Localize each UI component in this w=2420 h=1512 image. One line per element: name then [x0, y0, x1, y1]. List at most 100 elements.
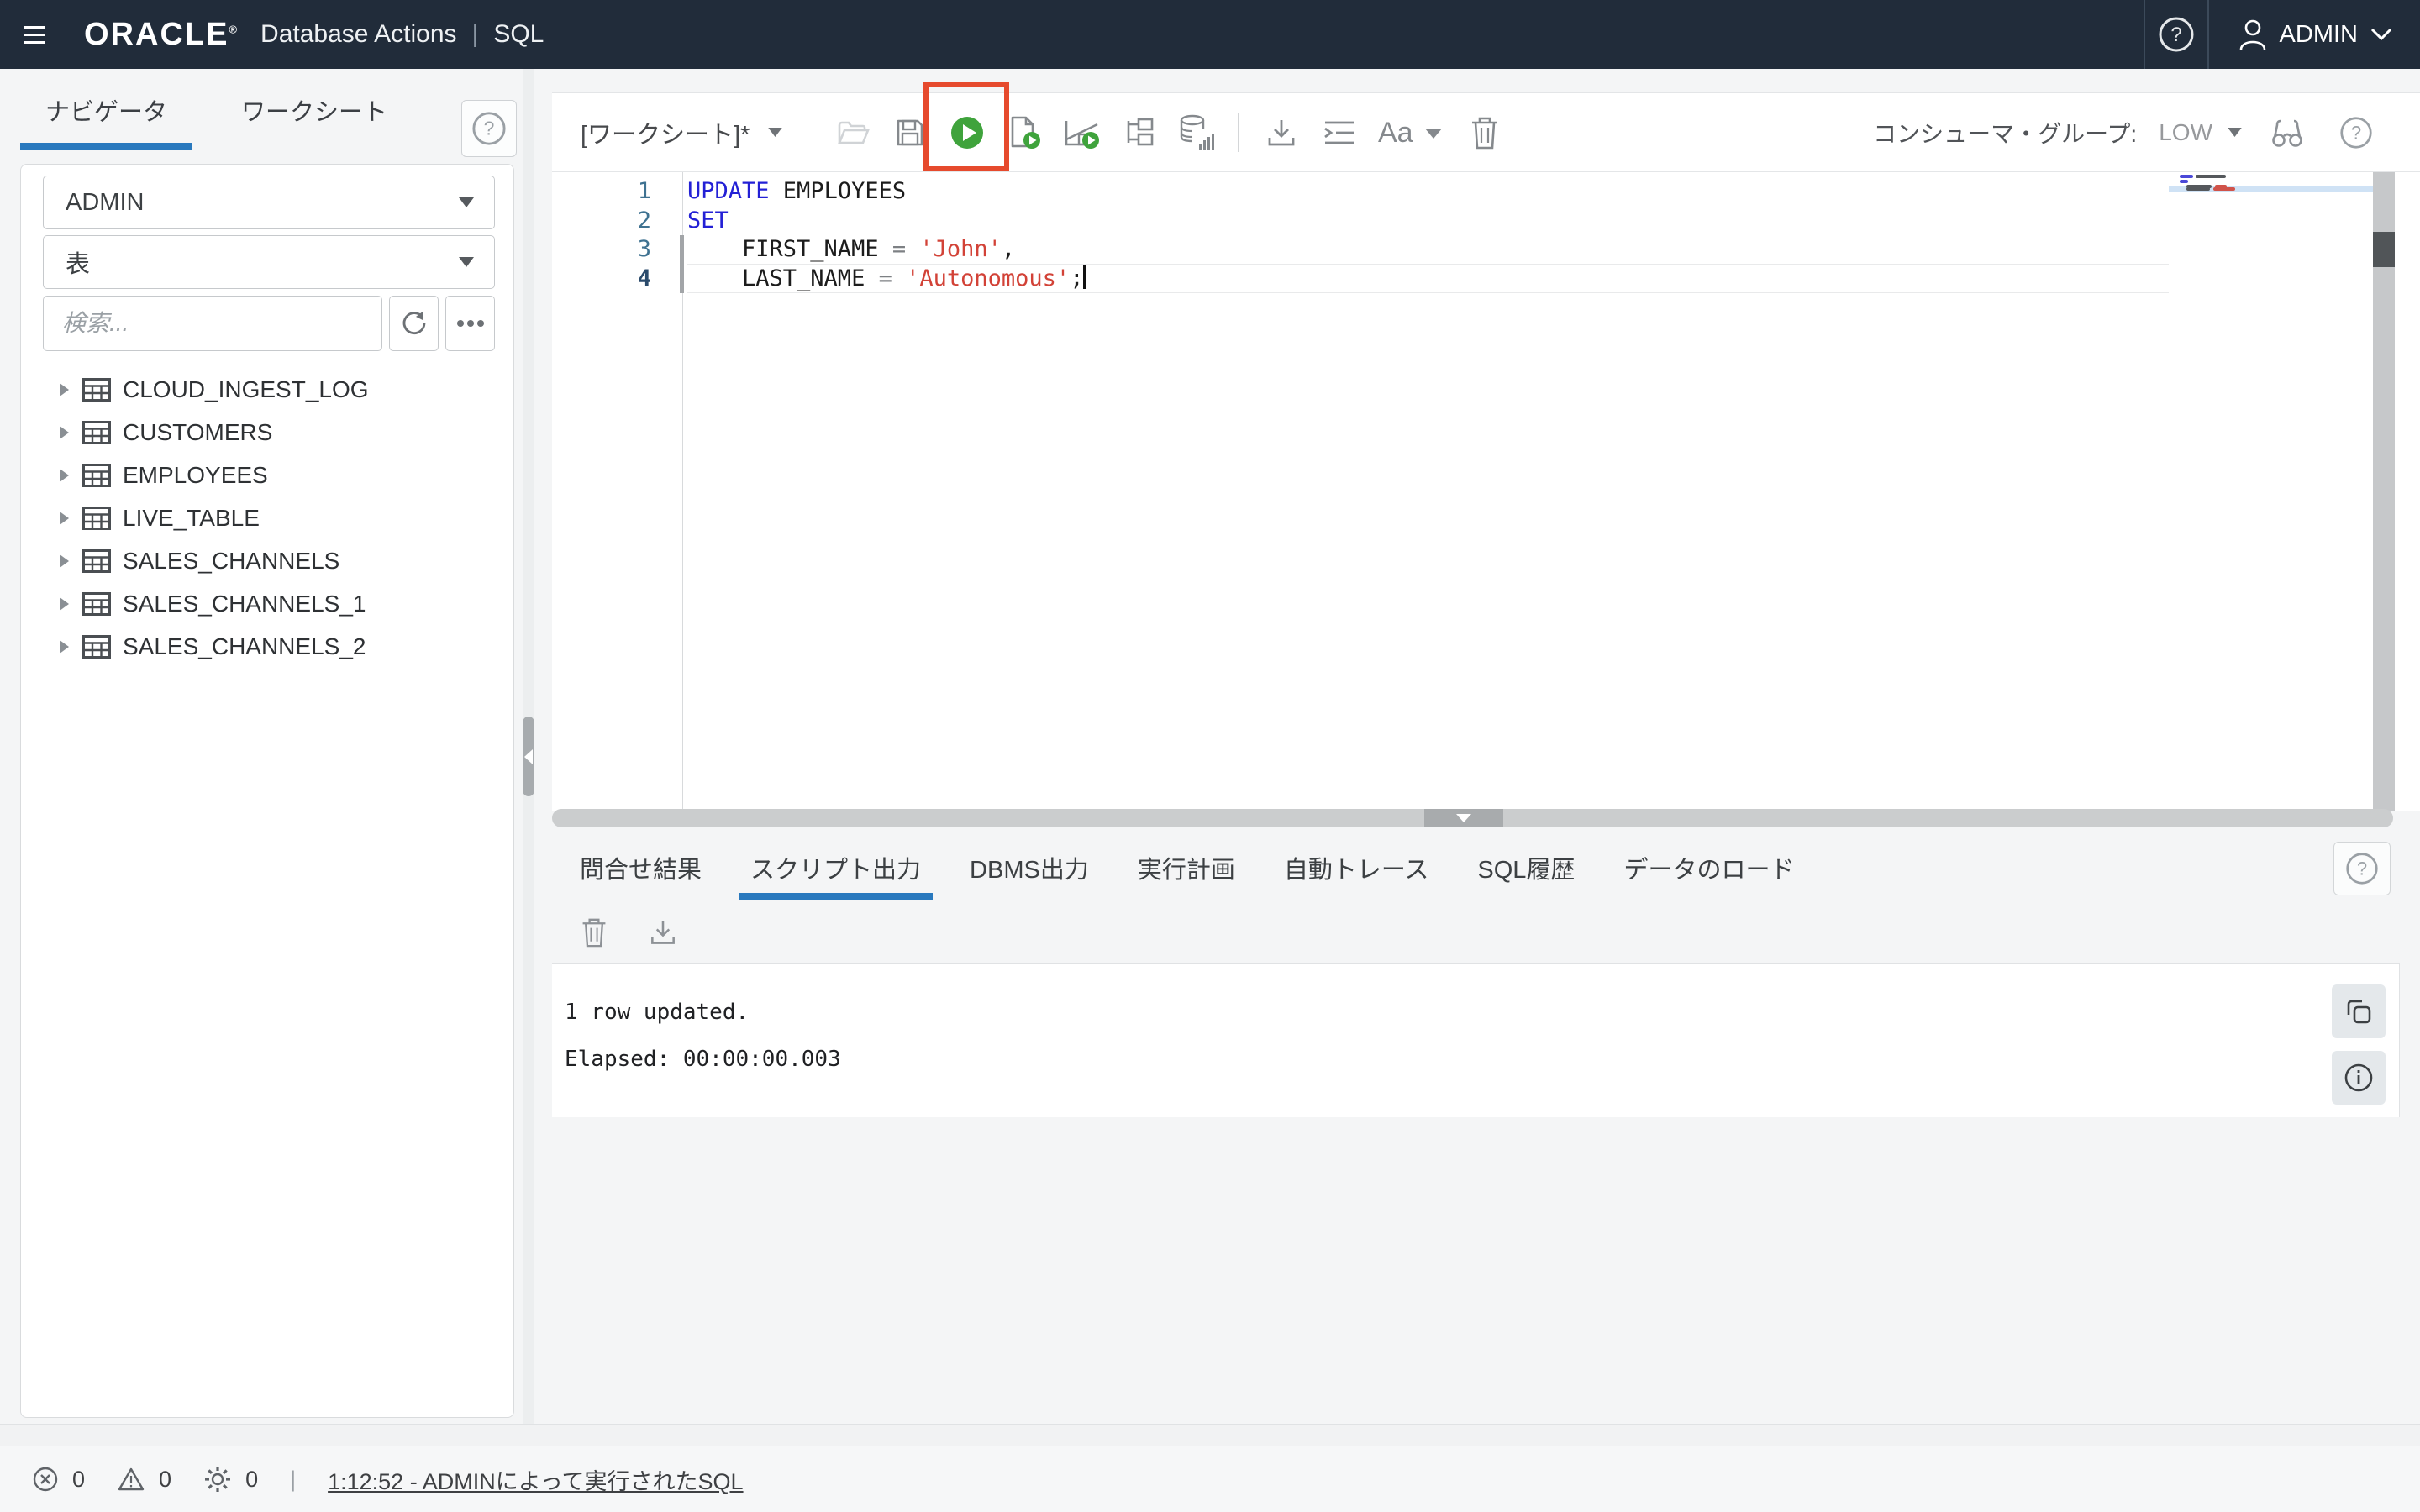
search-input[interactable]	[43, 296, 382, 351]
save-icon	[892, 115, 928, 150]
output-tab-5[interactable]: SQL履歴	[1465, 836, 1586, 900]
download-button[interactable]	[1258, 109, 1305, 156]
sidebar-help-button[interactable]: ?	[461, 100, 517, 157]
sidebar-splitter[interactable]	[523, 69, 534, 1424]
error-count[interactable]: 0	[32, 1466, 85, 1493]
sidebar-tab-worksheet[interactable]: ワークシート	[216, 92, 413, 150]
oracle-logo: ORACLE®	[84, 17, 239, 53]
caret-down-icon	[459, 257, 474, 267]
chevron-left-icon	[524, 749, 533, 764]
status-bar: 0 0	[0, 1446, 2420, 1512]
find-button[interactable]	[2264, 109, 2311, 156]
font-size-menu[interactable]: Aa	[1372, 109, 1451, 156]
warning-count[interactable]: 0	[117, 1466, 171, 1493]
output-help-button[interactable]: ?	[2333, 842, 2391, 895]
output-tab-4[interactable]: 自動トレース	[1272, 836, 1441, 900]
output-collapse-handle[interactable]	[1424, 809, 1503, 827]
download-output-button[interactable]	[639, 909, 687, 956]
output-tab-3[interactable]: 実行計画	[1126, 836, 1247, 900]
output-tab-2[interactable]: DBMS出力	[958, 836, 1101, 900]
more-actions-button[interactable]	[445, 296, 495, 351]
tree-item-cloud_ingest_log[interactable]: CLOUD_INGEST_LOG	[21, 368, 513, 411]
tree-item-label: SALES_CHANNELS	[123, 548, 339, 575]
expand-triangle-icon[interactable]	[58, 638, 71, 655]
tree-item-live_table[interactable]: LIVE_TABLE	[21, 496, 513, 539]
expand-triangle-icon[interactable]	[58, 424, 71, 441]
run-script-icon	[1006, 114, 1043, 151]
sql-history-link[interactable]: 1:12:52 - ADMINによって実行されたSQL	[328, 1463, 743, 1496]
explain-plan-button[interactable]	[1058, 109, 1105, 156]
output-splitter[interactable]	[552, 809, 2393, 827]
tree-item-sales_channels_1[interactable]: SALES_CHANNELS_1	[21, 582, 513, 625]
schema-select[interactable]: ADMIN	[43, 176, 495, 229]
table-icon	[82, 507, 111, 530]
statement-indicator	[680, 235, 684, 293]
run-script-button[interactable]	[1001, 109, 1048, 156]
jobs-count-value: 0	[245, 1467, 258, 1493]
sql-editor[interactable]: 1234 UPDATE EMPLOYEESSET FIRST_NAME = 'J…	[552, 172, 2420, 811]
tree-item-sales_channels[interactable]: SALES_CHANNELS	[21, 539, 513, 582]
hamburger-icon[interactable]	[24, 21, 45, 49]
consumer-group-select[interactable]: LOW	[2159, 119, 2242, 146]
svg-text:?: ?	[2357, 858, 2367, 879]
code-line: FIRST_NAME = 'John',	[687, 235, 1086, 265]
minimap[interactable]	[2169, 172, 2373, 811]
format-button[interactable]	[1315, 109, 1362, 156]
info-output-button[interactable]	[2332, 1051, 2386, 1105]
tree-item-customers[interactable]: CUSTOMERS	[21, 411, 513, 454]
code-area[interactable]: UPDATE EMPLOYEESSET FIRST_NAME = 'John',…	[687, 177, 1086, 293]
code-line: SET	[687, 207, 1086, 236]
database-stats-button[interactable]	[1172, 109, 1219, 156]
tree-item-employees[interactable]: EMPLOYEES	[21, 454, 513, 496]
app-context: SQL	[493, 20, 544, 49]
expand-triangle-icon[interactable]	[58, 596, 71, 612]
table-icon	[82, 549, 111, 573]
save-button[interactable]	[886, 109, 934, 156]
open-file-icon	[835, 115, 871, 150]
sidebar-collapse-handle[interactable]	[523, 717, 534, 796]
jobs-count[interactable]: 0	[203, 1465, 258, 1494]
code-line: LAST_NAME = 'Autonomous';	[687, 265, 1086, 294]
output-tab-0[interactable]: 問合せ結果	[568, 836, 713, 900]
header-help-button[interactable]: ?	[2145, 0, 2207, 69]
clear-output-button[interactable]	[571, 909, 618, 956]
copy-output-button[interactable]	[2332, 984, 2386, 1038]
schema-select-value: ADMIN	[66, 189, 144, 217]
download-icon	[647, 916, 679, 948]
expand-triangle-icon[interactable]	[58, 381, 71, 398]
user-menu[interactable]: ADMIN	[2209, 18, 2420, 51]
sidebar-tabs: ナビゲータワークシート	[20, 92, 413, 150]
download-icon	[1264, 115, 1299, 150]
open-file-button[interactable]	[829, 109, 876, 156]
code-line: UPDATE EMPLOYEES	[687, 177, 1086, 207]
expand-triangle-icon[interactable]	[58, 553, 71, 570]
output-tab-6[interactable]: データのロード	[1612, 836, 1806, 900]
worksheet-help-button[interactable]: ?	[2333, 109, 2380, 156]
sidebar-tab-navigator[interactable]: ナビゲータ	[20, 92, 192, 150]
caret-down-icon	[2228, 128, 2242, 137]
copy-icon	[2344, 996, 2374, 1026]
line-number: 3	[552, 235, 651, 265]
worksheet-toolbar: [ワークシート]*	[552, 92, 2420, 172]
toolbar-separator	[1238, 113, 1239, 152]
expand-triangle-icon[interactable]	[58, 510, 71, 527]
editor-scrollbar-thumb[interactable]	[2373, 232, 2395, 267]
editor-scrollbar[interactable]	[2373, 172, 2395, 811]
autotrace-button[interactable]	[1115, 109, 1162, 156]
output-tab-1[interactable]: スクリプト出力	[739, 836, 933, 900]
help-circle-icon: ?	[2339, 116, 2373, 150]
refresh-button[interactable]	[389, 296, 439, 351]
search-row	[43, 296, 495, 351]
run-statement-button[interactable]	[944, 109, 991, 156]
tree-item-sales_channels_2[interactable]: SALES_CHANNELS_2	[21, 625, 513, 668]
navigator-sidebar: ナビゲータワークシート ? ADMIN 表	[0, 69, 523, 1424]
header-divider: |	[472, 20, 479, 49]
tables-tree: CLOUD_INGEST_LOGCUSTOMERSEMPLOYEESLIVE_T…	[21, 368, 513, 668]
worksheet-title-menu[interactable]: [ワークシート]*	[581, 115, 782, 150]
chevron-down-icon	[2370, 27, 2393, 42]
svg-text:?: ?	[484, 118, 495, 139]
object-type-select[interactable]: 表	[43, 235, 495, 289]
gear-icon	[203, 1465, 232, 1494]
clear-worksheet-button[interactable]	[1461, 109, 1508, 156]
expand-triangle-icon[interactable]	[58, 467, 71, 484]
